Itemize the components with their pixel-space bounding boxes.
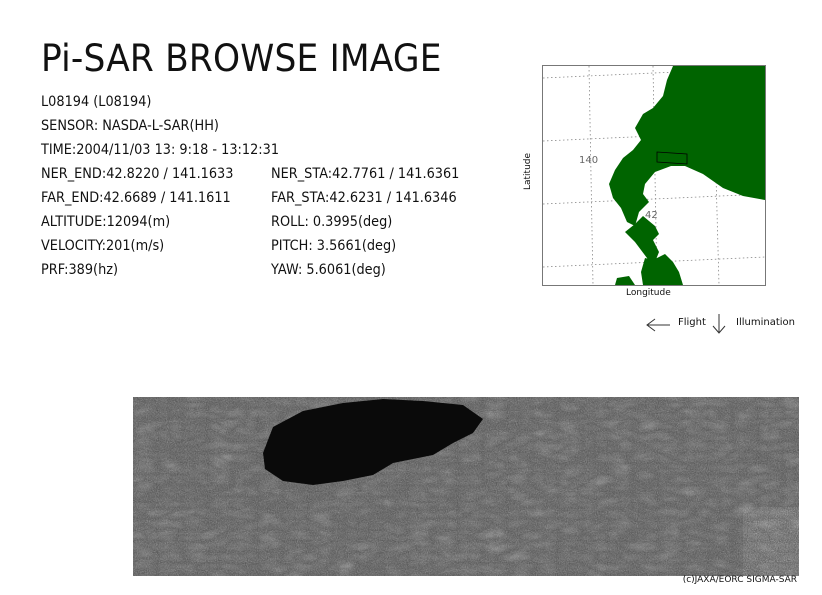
prf-info: PRF:389(hz): [41, 262, 119, 278]
flight-arrow-icon: [645, 317, 671, 332]
land-mass-island: [615, 276, 635, 285]
ner-end-info: NER_END:42.8220 / 141.1633: [41, 166, 234, 182]
pitch-info: PITCH: 3.5661(deg): [271, 238, 397, 254]
copyright-credit: (c)JAXA/EORC SIGMA-SAR: [682, 575, 797, 585]
location-map: 140 42: [542, 65, 766, 286]
far-sta-info: FAR_STA:42.6231 / 141.6346: [271, 190, 457, 206]
map-y-axis-label: Latitude: [523, 152, 533, 190]
sar-browse-image: [133, 397, 799, 576]
flight-label: Flight: [678, 317, 706, 328]
illumination-arrow-icon: [711, 313, 727, 335]
land-mass-north: [609, 66, 765, 226]
illumination-label: Illumination: [736, 317, 795, 328]
roll-info: ROLL: 0.3995(deg): [271, 214, 393, 230]
sensor-info: SENSOR: NASDA-L-SAR(HH): [41, 118, 219, 134]
map-graphic: 140 42: [543, 66, 765, 285]
map-lat-label: 42: [645, 210, 658, 221]
velocity-info: VELOCITY:201(m/s): [41, 238, 165, 254]
map-x-axis-label: Longitude: [626, 288, 671, 298]
land-mass-east-tip: [641, 254, 683, 285]
map-lon-label: 140: [579, 155, 598, 166]
yaw-info: YAW: 5.6061(deg): [271, 262, 386, 278]
far-end-info: FAR_END:42.6689 / 141.1611: [41, 190, 231, 206]
scene-id: L08194 (L08194): [41, 94, 152, 110]
altitude-info: ALTITUDE:12094(m): [41, 214, 171, 230]
page-title: Pi-SAR BROWSE IMAGE: [41, 37, 442, 80]
time-info: TIME:2004/11/03 13: 9:18 - 13:12:31: [41, 142, 280, 158]
ner-sta-info: NER_STA:42.7761 / 141.6361: [271, 166, 460, 182]
